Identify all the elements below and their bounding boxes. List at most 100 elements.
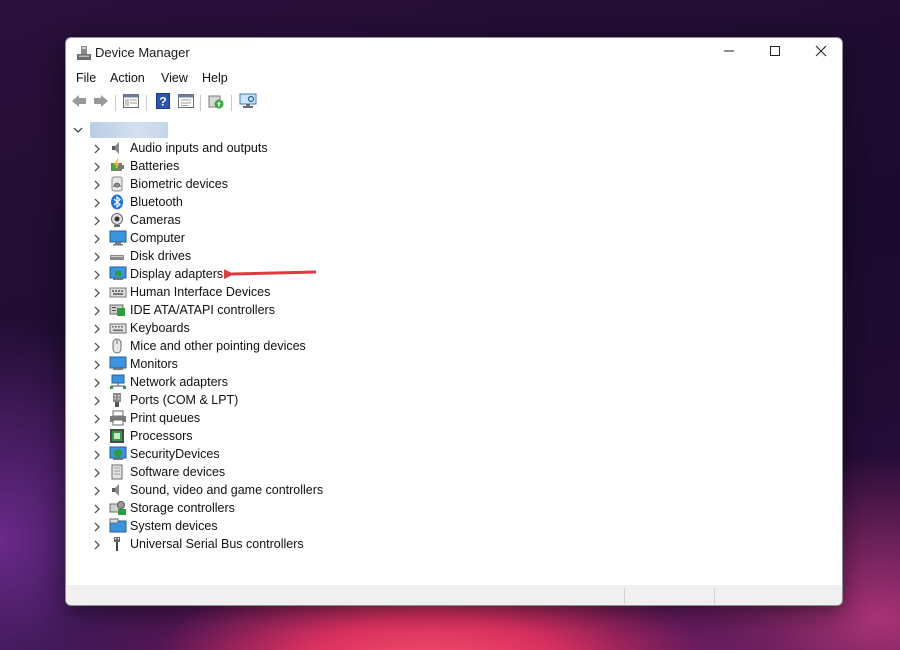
menu-file[interactable]: File <box>76 71 96 85</box>
show-hide-console-tree-icon <box>123 93 139 113</box>
chevron-right-icon[interactable] <box>93 196 103 208</box>
tree-node-label: IDE ATA/ATAPI controllers <box>130 303 275 317</box>
chevron-right-icon[interactable] <box>93 142 103 154</box>
tree-node-label: Computer <box>130 231 185 245</box>
tree-node[interactable]: Batteries <box>89 157 389 175</box>
minimize-icon <box>723 44 735 62</box>
chevron-right-icon[interactable] <box>93 250 103 262</box>
device-tree[interactable]: Audio inputs and outputs Batteries Biometr… <box>66 116 842 586</box>
chevron-right-icon[interactable] <box>93 484 103 496</box>
maximize-icon <box>769 44 781 62</box>
tree-node[interactable]: Monitors <box>89 355 389 373</box>
close-button[interactable] <box>798 38 842 68</box>
hid-icon <box>109 284 127 300</box>
tree-node-label: Keyboards <box>130 321 190 335</box>
tree-node[interactable]: Audio inputs and outputs <box>89 139 389 157</box>
tree-node[interactable]: Cameras <box>89 211 389 229</box>
tree-node[interactable]: System devices <box>89 517 389 535</box>
chevron-right-icon[interactable] <box>93 412 103 424</box>
minimize-button[interactable] <box>706 38 752 68</box>
chevron-right-icon[interactable] <box>93 430 103 442</box>
port-icon <box>109 392 125 408</box>
menu-bar: File Action View Help <box>66 68 842 90</box>
tree-node[interactable]: Biometric devices <box>89 175 389 193</box>
chevron-down-icon[interactable] <box>72 123 86 137</box>
tree-node[interactable]: Bluetooth <box>89 193 389 211</box>
chevron-right-icon[interactable] <box>93 466 103 478</box>
tree-node-label: Print queues <box>130 411 201 425</box>
printer-icon <box>109 410 126 426</box>
chevron-right-icon[interactable] <box>93 448 103 460</box>
usb-icon <box>109 536 125 552</box>
tree-node-label: Ports (COM & LPT) <box>130 393 239 407</box>
scan-hardware-button[interactable] <box>239 93 257 114</box>
tree-node-label: Human Interface Devices <box>130 285 271 299</box>
tree-node[interactable]: Universal Serial Bus controllers <box>89 535 389 553</box>
chevron-right-icon[interactable] <box>93 322 103 334</box>
menu-view[interactable]: View <box>161 71 188 85</box>
tree-node[interactable]: Software devices <box>89 463 389 481</box>
chevron-right-icon[interactable] <box>93 214 103 226</box>
tree-node[interactable]: Sound, video and game controllers <box>89 481 389 499</box>
toolbar-separator <box>115 95 116 111</box>
back-arrow-icon <box>71 94 87 113</box>
chevron-right-icon[interactable] <box>93 538 103 550</box>
device-manager-app-icon <box>76 45 92 61</box>
tree-node-label: Display adapters <box>130 267 224 281</box>
update-driver-button[interactable] <box>207 94 225 112</box>
battery-icon <box>109 158 125 174</box>
chevron-right-icon[interactable] <box>93 394 103 406</box>
tree-node-label: SecurityDevices <box>130 447 220 461</box>
chevron-right-icon[interactable] <box>93 520 103 532</box>
tree-node-label: Storage controllers <box>130 501 235 515</box>
tree-node[interactable]: IDE ATA/ATAPI controllers <box>89 301 389 319</box>
help-button[interactable]: ? <box>154 92 172 112</box>
chevron-right-icon[interactable] <box>93 358 103 370</box>
chevron-right-icon[interactable] <box>93 304 103 316</box>
close-icon <box>815 44 827 62</box>
chevron-right-icon[interactable] <box>93 160 103 172</box>
chevron-right-icon[interactable] <box>93 502 103 514</box>
chevron-right-icon[interactable] <box>93 232 103 244</box>
disk-drive-icon <box>109 248 125 264</box>
maximize-button[interactable] <box>752 38 798 68</box>
toolbar: ? <box>66 90 842 117</box>
tree-node[interactable]: Human Interface Devices <box>89 283 389 301</box>
forward-button[interactable] <box>92 94 110 112</box>
tree-node[interactable]: Print queues <box>89 409 389 427</box>
chevron-right-icon[interactable] <box>93 268 103 280</box>
tree-node[interactable]: Display adapters <box>89 265 389 283</box>
tree-node[interactable]: Storage controllers <box>89 499 389 517</box>
device-manager-window: Device Manager File Action View Help ? A… <box>65 37 843 606</box>
tree-node-label: Processors <box>130 429 193 443</box>
tree-node[interactable]: SecurityDevices <box>89 445 389 463</box>
menu-action[interactable]: Action <box>110 71 145 85</box>
scan-hardware-icon <box>239 93 257 114</box>
title-bar[interactable]: Device Manager <box>66 38 842 68</box>
speaker-icon <box>109 140 125 156</box>
back-button[interactable] <box>70 94 88 112</box>
tree-node[interactable]: Keyboards <box>89 319 389 337</box>
tree-node-label: Network adapters <box>130 375 228 389</box>
show-hide-console-tree-button[interactable] <box>122 93 140 113</box>
menu-help[interactable]: Help <box>202 71 228 85</box>
tree-node[interactable]: Disk drives <box>89 247 389 265</box>
monitor-icon <box>109 356 127 372</box>
network-adapter-icon <box>109 374 126 390</box>
tree-node-label: Universal Serial Bus controllers <box>130 537 304 551</box>
chevron-right-icon[interactable] <box>93 376 103 388</box>
tree-node-label: Sound, video and game controllers <box>130 483 324 497</box>
tree-node-label: Bluetooth <box>130 195 183 209</box>
tree-node-label: System devices <box>130 519 218 533</box>
tree-node[interactable]: Computer <box>89 229 389 247</box>
tree-node[interactable]: Processors <box>89 427 389 445</box>
chevron-right-icon[interactable] <box>93 178 103 190</box>
fingerprint-icon <box>109 176 125 192</box>
tree-node[interactable]: Ports (COM & LPT) <box>89 391 389 409</box>
status-bar <box>66 585 842 605</box>
tree-node[interactable]: Mice and other pointing devices <box>89 337 389 355</box>
tree-node[interactable]: Network adapters <box>89 373 389 391</box>
chevron-right-icon[interactable] <box>93 286 103 298</box>
properties-button[interactable] <box>177 93 195 112</box>
chevron-right-icon[interactable] <box>93 340 103 352</box>
